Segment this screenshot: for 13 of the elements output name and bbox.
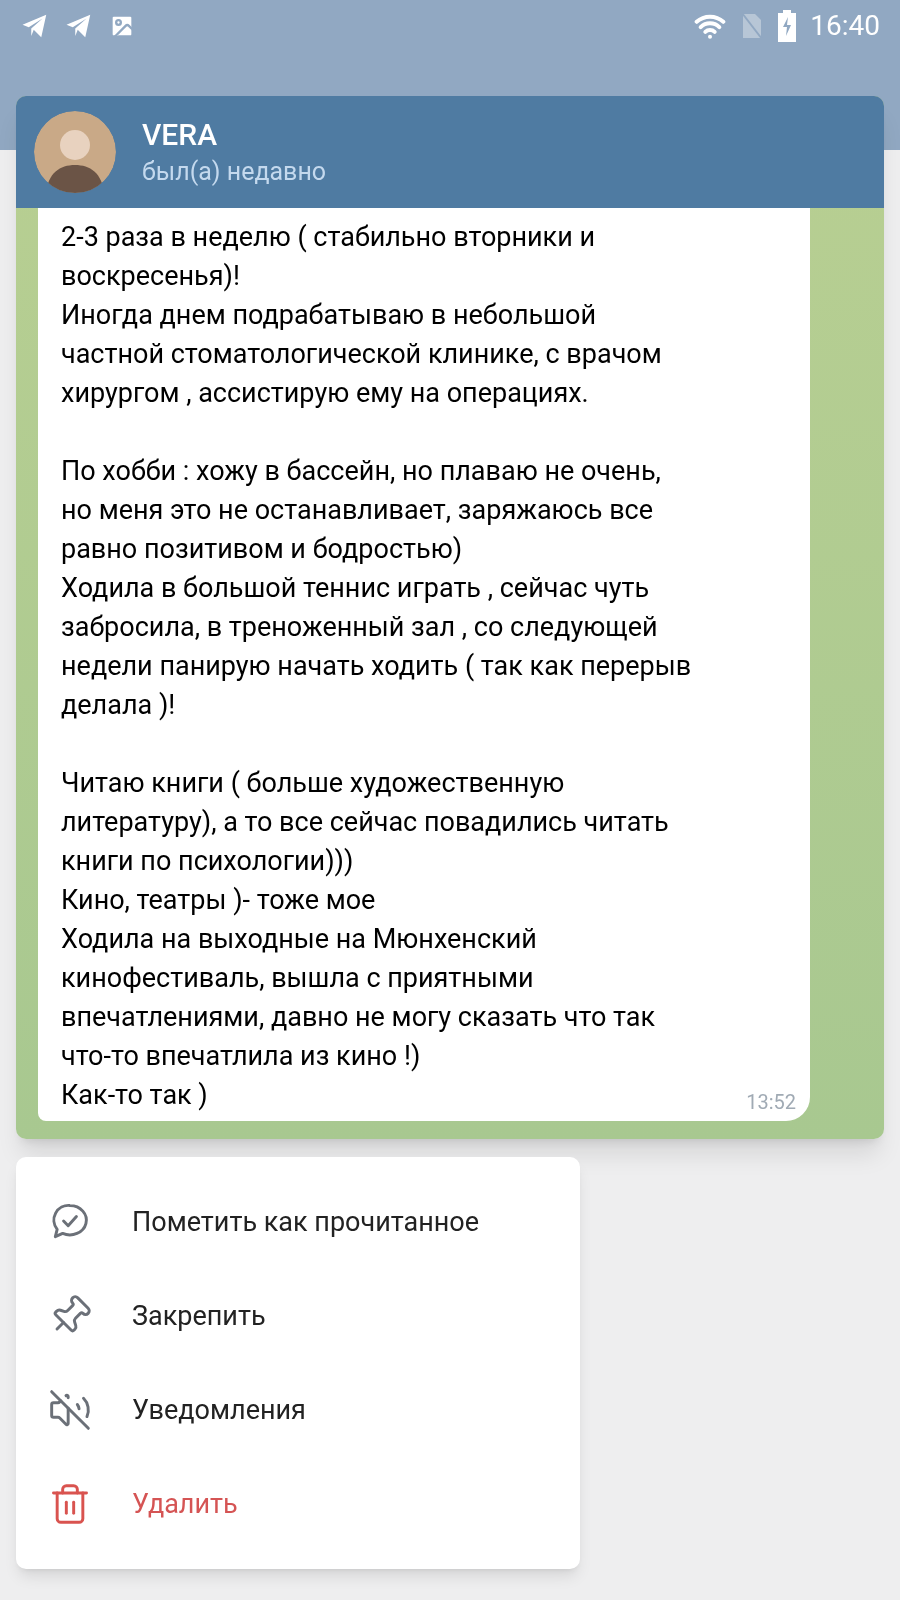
message-text: По хобби : хожу в бассейн, но плаваю не очень, но меня это не останавливает, заряжаюсь все равно позитивом и бодростью) Ходила в большой теннис играть , сейчас чуть забросила, в треноженный зал , со следующей недели панирую начать ходить ( так как перерыв делала )! <box>61 454 692 723</box>
menu-item[interactable]: Закрепить <box>16 1269 580 1363</box>
contact-status: был(а) недавно <box>142 156 327 188</box>
muted-speaker-icon <box>48 1388 92 1432</box>
message-time: 13:52 <box>746 1089 796 1116</box>
menu-item[interactable]: Уведомления <box>16 1363 580 1457</box>
menu-item[interactable]: Удалить <box>16 1457 580 1551</box>
clock: 16:40 <box>810 8 880 44</box>
charging-battery-icon <box>778 10 797 42</box>
contact-name: VERA <box>142 116 219 154</box>
message-text: 2-3 раза в неделю ( стабильно вторники и воскресенья)! Иногда днем подрабатываю в небольшой частной стоматологической клинике, с врачом хирургом , ассистирую ему на операциях. <box>61 220 662 411</box>
message-text: Читаю книги ( больше художественную литературу), а то все сейчас повадились читать книги по психологии))) Кино, театры )- тоже мое Ходила на выходные на Мюнхенский кинофестиваль, вышла с приятными впечатлениями, давно не могу сказать что так что-то впечатлила из кино !) Как-то так ) <box>61 766 669 1113</box>
menu-item[interactable]: Пометить как прочитанное <box>16 1175 580 1269</box>
